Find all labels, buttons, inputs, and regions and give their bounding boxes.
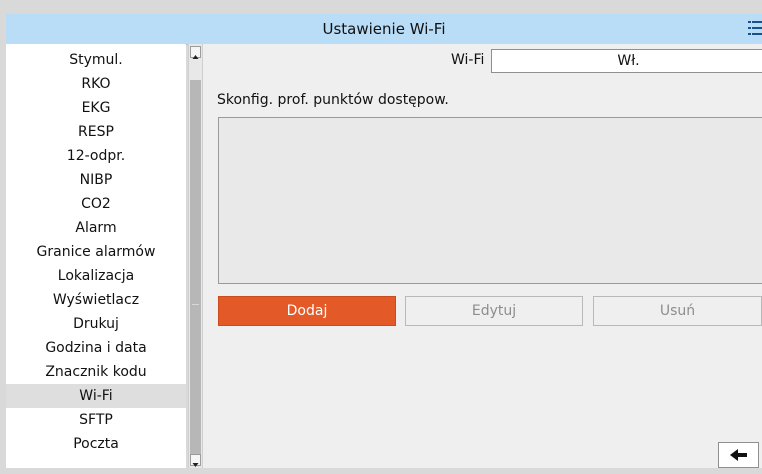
sidebar-item-12-odpr[interactable]: 12-odpr. xyxy=(6,144,186,168)
sidebar-item-code-marker[interactable]: Znacznik kodu xyxy=(6,360,186,384)
sidebar-item-label: RKO xyxy=(81,76,111,92)
back-arrow-icon xyxy=(730,449,747,461)
sidebar-item-label: Znacznik kodu xyxy=(45,364,147,380)
sidebar-item-label: Stymul. xyxy=(69,52,123,68)
sidebar-item-co2[interactable]: CO2 xyxy=(6,192,186,216)
sidebar-item-label: CO2 xyxy=(81,196,111,212)
scroll-up-arrow-icon xyxy=(192,55,199,59)
page-title: Ustawienie Wi-Fi xyxy=(322,20,446,38)
sidebar-item-display[interactable]: Wyświetlacz xyxy=(6,288,186,312)
sidebar-item-alarm-limits[interactable]: Granice alarmów xyxy=(6,240,186,264)
back-button[interactable] xyxy=(718,442,759,468)
access-point-config-label: Skonfig. prof. punktów dostępow. xyxy=(217,92,449,108)
main-panel: Wi-Fi Wł. Skonfig. prof. punktów dostępo… xyxy=(203,44,762,468)
sidebar-item-rko[interactable]: RKO xyxy=(6,72,186,96)
sidebar-item-label: Drukuj xyxy=(73,316,119,332)
settings-sidebar: Stymul. RKO EKG RESP 12-odpr. NIBP CO2 A… xyxy=(6,44,186,468)
sidebar-item-label: Godzina i data xyxy=(45,340,147,356)
sidebar-item-label: 12-odpr. xyxy=(66,148,126,164)
list-menu-icon[interactable] xyxy=(748,20,762,36)
scroll-grip-icon xyxy=(192,304,199,305)
sidebar-item-ekg[interactable]: EKG xyxy=(6,96,186,120)
add-button[interactable]: Dodaj xyxy=(218,296,396,326)
sidebar-item-location[interactable]: Lokalizacja xyxy=(6,264,186,288)
sidebar-item-email[interactable]: Poczta xyxy=(6,432,186,456)
sidebar-item-label: Wi-Fi xyxy=(79,388,113,404)
sidebar-item-sftp[interactable]: SFTP xyxy=(6,408,186,432)
wifi-label: Wi-Fi xyxy=(451,52,485,68)
sidebar-item-label: Poczta xyxy=(73,436,119,452)
scroll-up-button[interactable] xyxy=(190,46,201,59)
sidebar-item-label: Wyświetlacz xyxy=(52,292,140,308)
sidebar-item-time-date[interactable]: Godzina i data xyxy=(6,336,186,360)
wifi-toggle-select[interactable]: Wł. xyxy=(491,49,762,73)
scroll-down-arrow-icon xyxy=(192,463,199,467)
sidebar-item-label: Granice alarmów xyxy=(36,244,156,260)
scroll-thumb[interactable] xyxy=(190,80,201,464)
sidebar-item-nibp[interactable]: NIBP xyxy=(6,168,186,192)
sidebar-item-label: RESP xyxy=(78,124,114,140)
sidebar-item-label: Alarm xyxy=(75,220,117,236)
sidebar-item-resp[interactable]: RESP xyxy=(6,120,186,144)
sidebar-item-label: SFTP xyxy=(79,412,113,428)
edit-button[interactable]: Edytuj xyxy=(405,296,583,326)
sidebar-item-alarm[interactable]: Alarm xyxy=(6,216,186,240)
sidebar-item-label: EKG xyxy=(81,100,111,116)
sidebar-item-wifi[interactable]: Wi-Fi xyxy=(6,384,186,408)
title-bar: Ustawienie Wi-Fi xyxy=(6,14,762,45)
sidebar-item-print[interactable]: Drukuj xyxy=(6,312,186,336)
scroll-down-button[interactable] xyxy=(190,454,201,467)
sidebar-item-stymul[interactable]: Stymul. xyxy=(6,48,186,72)
delete-button[interactable]: Usuń xyxy=(593,296,762,326)
access-point-profile-list[interactable] xyxy=(218,117,762,284)
sidebar-item-label: Lokalizacja xyxy=(57,268,135,284)
sidebar-scrollbar[interactable] xyxy=(188,44,203,468)
sidebar-item-label: NIBP xyxy=(79,172,113,188)
